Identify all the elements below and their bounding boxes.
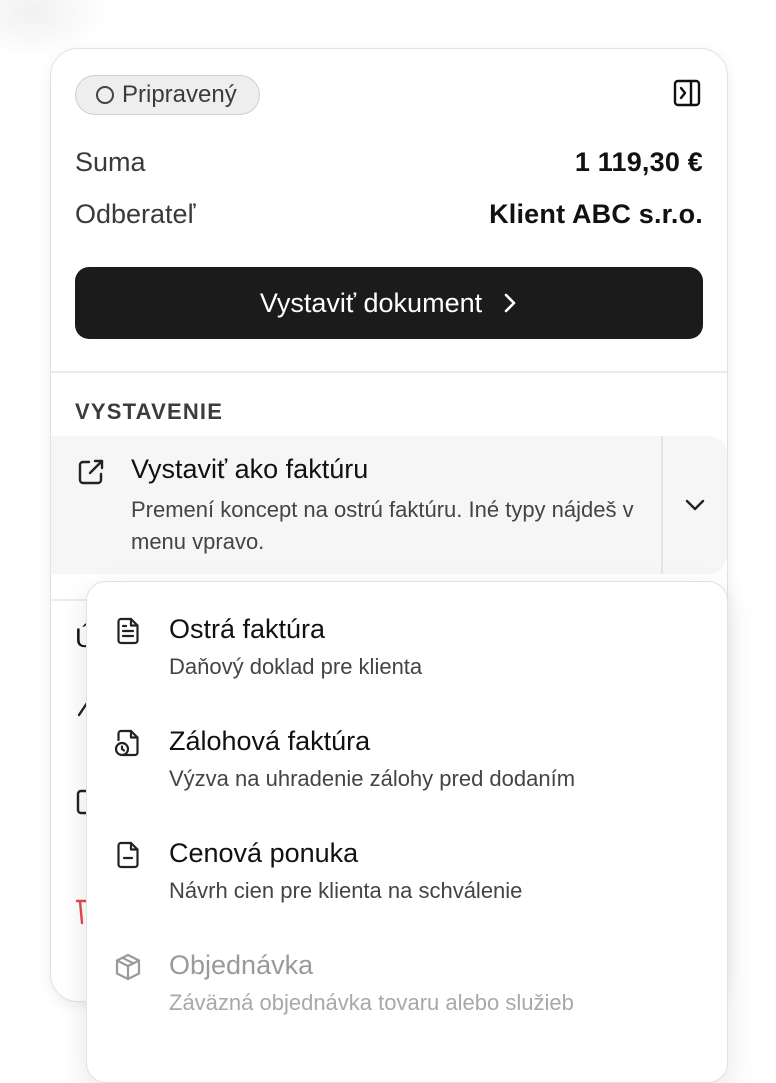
menu-item-description: Výzva na uhradenie zálohy pred dodaním bbox=[169, 766, 576, 791]
status-badge: Pripravený bbox=[75, 75, 260, 115]
menu-item-description: Záväzná objednávka tovaru alebo služieb bbox=[169, 990, 574, 1015]
chevron-down-icon bbox=[685, 499, 705, 511]
chevron-right-icon bbox=[504, 293, 516, 313]
issue-document-button[interactable]: Vystaviť dokument bbox=[75, 267, 703, 339]
summary-row-customer: Odberateľ Klient ABC s.r.o. bbox=[75, 199, 703, 230]
menu-item-title: Cenová ponuka bbox=[169, 838, 359, 868]
issue-as-invoice-button[interactable]: Vystaviť ako faktúru Premení koncept na … bbox=[51, 436, 661, 574]
menu-item-title: Ostrá faktúra bbox=[169, 614, 326, 644]
section-title: VYSTAVENIE bbox=[75, 399, 224, 424]
menu-item-description: Návrh cien pre klienta na schválenie bbox=[169, 878, 523, 903]
document-minus-icon bbox=[117, 841, 139, 869]
issue-option-row: Vystaviť ako faktúru Premení koncept na … bbox=[51, 436, 727, 574]
status-badge-label: Pripravený bbox=[122, 81, 237, 108]
issue-document-button-label: Vystaviť dokument bbox=[259, 287, 483, 318]
divider bbox=[51, 371, 727, 373]
menu-item-title: Zálohová faktúra bbox=[169, 726, 371, 756]
document-clock-icon bbox=[114, 729, 139, 757]
menu-item-invoice[interactable]: Ostrá faktúra Daňový doklad pre klienta bbox=[87, 582, 727, 682]
panel-right-close-icon bbox=[673, 79, 701, 107]
package-icon bbox=[115, 953, 141, 981]
customer-label: Odberateľ bbox=[75, 199, 196, 229]
issue-option-description: Premení koncept na ostrú faktúru. Iné ty… bbox=[131, 497, 634, 554]
menu-item-description: Daňový doklad pre klienta bbox=[169, 654, 423, 679]
issue-type-dropdown-toggle[interactable] bbox=[663, 436, 727, 574]
menu-item-order: Objednávka Záväzná objednávka tovaru ale… bbox=[87, 918, 727, 1018]
menu-item-title: Objednávka bbox=[169, 950, 314, 980]
menu-item-quote[interactable]: Cenová ponuka Návrh cien pre klienta na … bbox=[87, 806, 727, 906]
status-circle-icon bbox=[96, 86, 114, 104]
collapse-panel-button[interactable] bbox=[671, 77, 703, 109]
menu-item-advance-invoice[interactable]: Zálohová faktúra Výzva na uhradenie zálo… bbox=[87, 694, 727, 794]
summary-row-amount: Suma 1 119,30 € bbox=[75, 147, 703, 178]
external-link-icon bbox=[78, 459, 104, 485]
issue-type-dropdown-menu: Ostrá faktúra Daňový doklad pre klienta … bbox=[86, 581, 728, 1083]
document-icon bbox=[117, 617, 139, 645]
amount-label: Suma bbox=[75, 147, 146, 177]
customer-value: Klient ABC s.r.o. bbox=[489, 199, 703, 229]
issue-option-title: Vystaviť ako faktúru bbox=[131, 454, 369, 484]
amount-value: 1 119,30 € bbox=[574, 147, 703, 177]
